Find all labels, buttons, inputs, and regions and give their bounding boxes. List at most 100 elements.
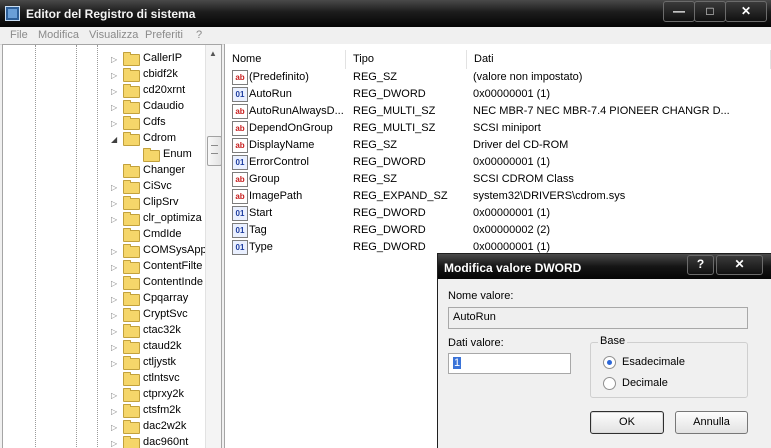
folder-icon [123, 356, 140, 370]
value-row[interactable]: ab ImagePath REG_EXPAND_SZ system32\DRIVERS… [229, 188, 769, 205]
tree-vertical-scrollbar[interactable]: ▲ [205, 45, 221, 448]
collapsed-icon[interactable]: ▷ [111, 215, 117, 224]
collapsed-icon[interactable]: ▷ [111, 199, 117, 208]
value-row[interactable]: ab DependOnGroup REG_MULTI_SZ SCSI miniport [229, 120, 769, 137]
folder-icon [123, 100, 140, 114]
registry-tree[interactable]: ▷ CallerIP ▷ cbidf2k ▷ cd20xrnt ▷ Cdaudio ▷ C… [2, 44, 222, 448]
string-value-icon: ab [232, 70, 248, 85]
string-value-icon: ab [232, 189, 248, 204]
collapsed-icon[interactable]: ▷ [111, 311, 117, 320]
folder-icon [123, 196, 140, 210]
column-header-tipo[interactable]: Tipo [346, 50, 467, 69]
value-row[interactable]: 01 ErrorControl REG_DWORD 0x00000001 (1) [229, 154, 769, 171]
folder-icon [123, 228, 140, 242]
help-button[interactable]: ? [687, 255, 714, 275]
folder-icon [123, 372, 140, 386]
folder-icon [123, 276, 140, 290]
folder-icon [123, 388, 140, 402]
collapsed-icon[interactable]: ▷ [111, 423, 117, 432]
folder-icon [123, 324, 140, 338]
collapsed-icon[interactable]: ▷ [111, 279, 117, 288]
binary-value-icon: 01 [232, 223, 248, 238]
collapsed-icon[interactable]: ▷ [111, 183, 117, 192]
cancel-button[interactable]: Annulla [675, 411, 748, 434]
collapsed-icon[interactable]: ▷ [111, 327, 117, 336]
collapsed-icon[interactable]: ▷ [111, 103, 117, 112]
value-row[interactable]: ab (Predefinito) REG_SZ (valore non imposta… [229, 69, 769, 86]
folder-icon [123, 180, 140, 194]
folder-icon [123, 52, 140, 66]
value-row[interactable]: 01 AutoRun REG_DWORD 0x00000001 (1) [229, 86, 769, 103]
edit-dword-dialog: Modifica valore DWORD ? ✕ Nome valore: A… [437, 253, 771, 448]
binary-value-icon: 01 [232, 87, 248, 102]
string-value-icon: ab [232, 121, 248, 136]
column-header-nome[interactable]: Nome [225, 50, 346, 69]
binary-value-icon: 01 [232, 206, 248, 221]
string-value-icon: ab [232, 138, 248, 153]
collapsed-icon[interactable]: ▷ [111, 295, 117, 304]
base-groupbox: Base Esadecimale Decimale [590, 335, 748, 398]
collapsed-icon[interactable]: ▷ [111, 55, 117, 64]
value-row[interactable]: 01 Tag REG_DWORD 0x00000002 (2) [229, 222, 769, 239]
folder-icon [123, 244, 140, 258]
tree-scroll-thumb[interactable] [207, 136, 221, 166]
tree-guide-line [35, 45, 36, 448]
menu-visualizza[interactable]: Visualizza [89, 29, 138, 41]
value-name-field: AutoRun [448, 307, 748, 329]
dialog-close-button[interactable]: ✕ [716, 255, 763, 275]
folder-icon [123, 420, 140, 434]
close-button[interactable]: ✕ [725, 1, 767, 22]
folder-icon [123, 260, 140, 274]
value-name-label: Nome valore: [448, 290, 514, 302]
collapsed-icon[interactable]: ▷ [111, 247, 117, 256]
value-row[interactable]: ab Group REG_SZ SCSI CDROM Class [229, 171, 769, 188]
folder-icon [123, 436, 140, 448]
decimal-radio[interactable]: Decimale [603, 377, 668, 390]
hex-radio[interactable]: Esadecimale [603, 356, 685, 369]
folder-icon [123, 84, 140, 98]
maximize-button[interactable]: □ [694, 1, 726, 22]
collapsed-icon[interactable]: ▷ [111, 87, 117, 96]
folder-icon [123, 404, 140, 418]
tree-guide-line [76, 45, 77, 448]
folder-icon [123, 212, 140, 226]
value-data-input[interactable]: 1 [448, 353, 571, 374]
menu-help[interactable]: ? [196, 29, 202, 41]
collapsed-icon[interactable]: ▷ [111, 119, 117, 128]
collapsed-icon[interactable]: ▷ [111, 407, 117, 416]
string-value-icon: ab [232, 104, 248, 119]
minimize-button[interactable]: — [663, 1, 695, 22]
folder-icon [123, 116, 140, 130]
string-value-icon: ab [232, 172, 248, 187]
collapsed-icon[interactable]: ▷ [111, 343, 117, 352]
collapsed-icon[interactable]: ▷ [111, 439, 117, 448]
menu-preferiti[interactable]: Preferiti [145, 29, 183, 41]
tree-guide-line [97, 45, 98, 448]
ok-button[interactable]: OK [590, 411, 664, 434]
open-folder-icon [123, 132, 140, 146]
collapsed-icon[interactable]: ▷ [111, 71, 117, 80]
folder-icon [143, 148, 160, 162]
folder-icon [123, 292, 140, 306]
binary-value-icon: 01 [232, 155, 248, 170]
column-header-dati[interactable]: Dati [467, 50, 771, 69]
folder-icon [123, 340, 140, 354]
expanded-icon[interactable]: ◢ [111, 135, 117, 144]
menu-modifica[interactable]: Modifica [38, 29, 79, 41]
title-bar[interactable]: Editor del Registro di sistema — □ ✕ [0, 0, 771, 27]
folder-icon [123, 164, 140, 178]
registry-editor-icon [5, 6, 20, 21]
value-row[interactable]: ab AutoRunAlwaysD... REG_MULTI_SZ NEC MBR-7… [229, 103, 769, 120]
value-row[interactable]: ab DisplayName REG_SZ Driver del CD-ROM [229, 137, 769, 154]
collapsed-icon[interactable]: ▷ [111, 359, 117, 368]
binary-value-icon: 01 [232, 240, 248, 255]
collapsed-icon[interactable]: ▷ [111, 263, 117, 272]
menu-file[interactable]: File [10, 29, 28, 41]
collapsed-icon[interactable]: ▷ [111, 391, 117, 400]
value-row[interactable]: 01 Start REG_DWORD 0x00000001 (1) [229, 205, 769, 222]
dialog-title-bar[interactable]: Modifica valore DWORD ? ✕ [438, 254, 771, 279]
dialog-title: Modifica valore DWORD [444, 261, 582, 275]
value-data-label: Dati valore: [448, 337, 504, 349]
scroll-up-icon[interactable]: ▲ [209, 49, 217, 58]
folder-icon [123, 68, 140, 82]
